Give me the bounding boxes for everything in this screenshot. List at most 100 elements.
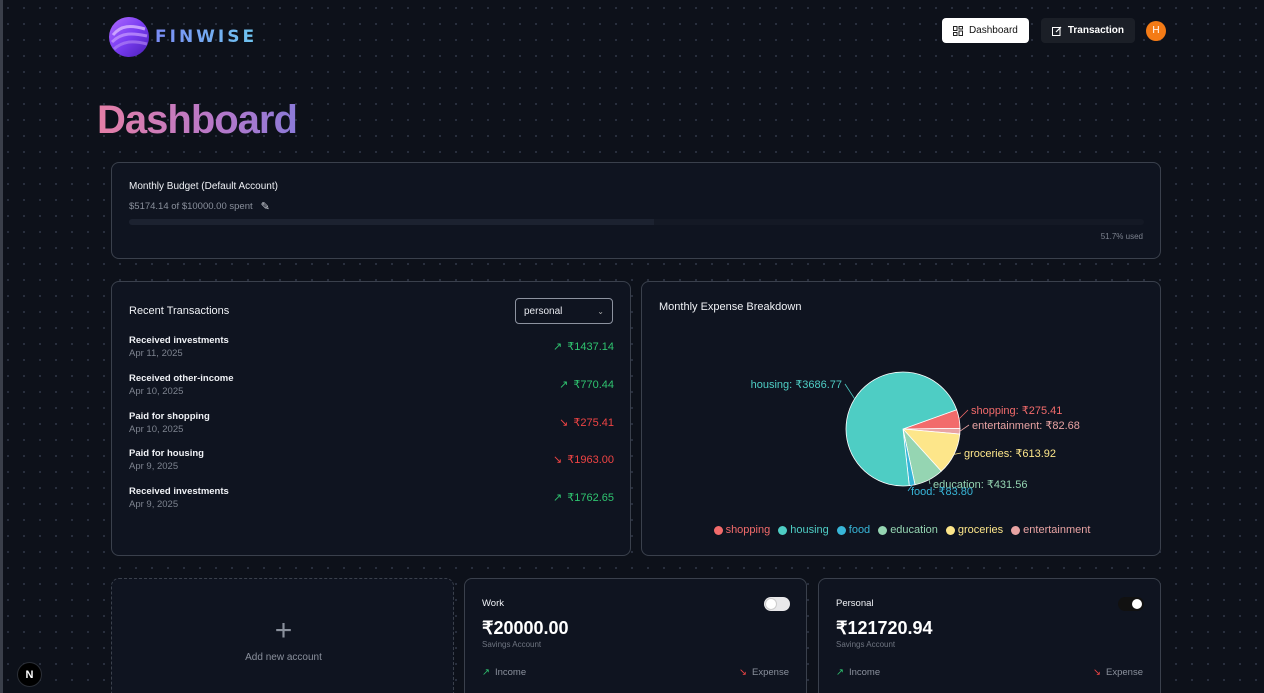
top-nav: Dashboard Transaction H (941, 18, 1166, 43)
account-type: Savings Account (836, 640, 896, 649)
transaction-row[interactable]: Paid for housing Apr 9, 2025 ↘ ₹1963.00 (129, 448, 614, 484)
account-income: ↗ Income (482, 667, 526, 678)
budget-title: Monthly Budget (Default Account) (129, 181, 278, 192)
transaction-name: Received investments (129, 335, 229, 346)
pie-leader-line-shopping (958, 409, 969, 420)
account-card-personal[interactable]: Personal ₹121720.94 Savings Account ↗ In… (818, 578, 1161, 693)
account-select[interactable]: personal ⌄ (515, 298, 613, 324)
dev-tools-badge[interactable]: N (17, 662, 42, 687)
budget-progress-fill (129, 219, 654, 225)
transaction-amount-value: ₹770.44 (573, 378, 614, 391)
layout-grid-icon (952, 25, 963, 36)
pie-label-food: food: ₹83.80 (911, 486, 973, 498)
recent-transactions-card: Recent Transactions personal ⌄ Received … (111, 281, 631, 556)
budget-progress-bar (129, 219, 1144, 225)
recent-transactions-title: Recent Transactions (129, 305, 230, 317)
account-name: Work (482, 598, 504, 609)
arrow-down-right-icon: ↘ (559, 416, 569, 429)
income-label: Income (848, 667, 881, 678)
transaction-date: Apr 11, 2025 (129, 348, 183, 359)
transaction-amount-value: ₹275.41 (573, 416, 614, 429)
legend-label: food (848, 524, 871, 536)
legend-item-shopping[interactable]: shopping (713, 524, 771, 536)
pie-leader-line-education (928, 479, 931, 485)
account-name: Personal (836, 598, 874, 609)
budget-card: Monthly Budget (Default Account) $5174.1… (111, 162, 1161, 259)
transaction-amount-value: ₹1963.00 (567, 454, 614, 467)
account-select-value: personal (524, 305, 563, 317)
transaction-row[interactable]: Received investments Apr 9, 2025 ↗ ₹1762.65 (129, 486, 614, 522)
logo-text: FINWISE (155, 27, 258, 47)
account-expense: ↘ Expense (739, 667, 789, 678)
transaction-name: Received investments (129, 486, 229, 498)
transaction-date: Apr 10, 2025 (129, 385, 184, 397)
transaction-row[interactable]: Received other-income Apr 10, 2025 ↗ ₹770.4… (129, 373, 614, 409)
avatar[interactable]: H (1146, 20, 1166, 41)
expense-label: Expense (752, 667, 789, 678)
transaction-amount: ↘ ₹1963.00 (553, 453, 614, 466)
transaction-date: Apr 10, 2025 (129, 423, 184, 435)
legend-label: education (890, 524, 938, 536)
dashboard-button[interactable]: Dashboard (941, 18, 1029, 43)
legend-label: shopping (725, 524, 771, 536)
transaction-amount: ↘ ₹275.41 (559, 416, 614, 429)
account-balance: ₹20000.00 (482, 618, 569, 638)
account-type: Savings Account (482, 640, 542, 649)
legend-dot (878, 525, 888, 535)
pie-label-entertainment: entertainment: ₹82.68 (972, 420, 1080, 432)
legend-item-education[interactable]: education (878, 524, 938, 536)
pencil-icon[interactable]: ✎ (261, 200, 270, 213)
account-income: ↗ Income (836, 667, 880, 678)
legend-item-entertainment[interactable]: entertainment (1011, 524, 1090, 536)
expense-label: Expense (1106, 667, 1143, 678)
transaction-name: Paid for shopping (129, 410, 210, 422)
transaction-date: Apr 9, 2025 (129, 499, 179, 511)
transaction-amount-value: ₹1437.14 (567, 341, 614, 353)
transaction-amount-value: ₹1762.65 (567, 492, 614, 505)
arrow-down-right-icon: ↘ (1093, 667, 1102, 678)
legend-label: entertainment (1023, 524, 1091, 536)
legend-dot (778, 525, 788, 535)
pie-leader-line-entertainment (959, 424, 970, 432)
account-expense: ↘ Expense (1093, 667, 1143, 678)
arrow-up-right-icon: ↗ (559, 378, 569, 391)
transaction-date: Apr 9, 2025 (129, 461, 179, 473)
transaction-amount: ↗ ₹1437.14 (553, 340, 614, 353)
default-account-toggle[interactable] (764, 597, 790, 611)
budget-used-text: 51.7% used (1100, 232, 1143, 241)
transaction-button-label: Transaction (1067, 25, 1124, 36)
legend-label: housing (790, 524, 829, 536)
legend-dot (713, 525, 723, 535)
page-title: Dashboard (97, 98, 298, 142)
arrow-down-right-icon: ↘ (739, 667, 748, 678)
arrow-up-right-icon: ↗ (482, 667, 490, 678)
plus-icon: + (274, 614, 293, 647)
edit-icon (1051, 26, 1062, 36)
legend-dot (945, 525, 955, 535)
transaction-row[interactable]: Received investments Apr 11, 2025 ↗ ₹1437.1… (129, 335, 614, 371)
arrow-up-right-icon: ↗ (553, 341, 563, 353)
logo[interactable]: FINWISE (109, 17, 257, 57)
arrow-up-right-icon: ↗ (836, 667, 844, 678)
arrow-up-right-icon: ↗ (553, 492, 563, 505)
transaction-name: Received other-income (129, 372, 234, 384)
transaction-amount: ↗ ₹1762.65 (553, 491, 614, 504)
legend-label: groceries (957, 524, 1004, 536)
legend-item-groceries[interactable]: groceries (945, 524, 1004, 536)
legend-item-food[interactable]: food (836, 524, 871, 536)
default-account-toggle[interactable] (1118, 597, 1144, 611)
income-label: Income (494, 667, 527, 678)
legend-dot (836, 525, 846, 535)
pie-label-shopping: shopping: ₹275.41 (971, 405, 1062, 417)
chart-legend: shopping housing food education groceries ent… (642, 524, 1162, 536)
toggle-knob (766, 599, 776, 609)
legend-item-housing[interactable]: housing (778, 524, 829, 536)
account-card-work[interactable]: Work ₹20000.00 Savings Account ↗ Income … (464, 578, 807, 693)
transaction-row[interactable]: Paid for shopping Apr 10, 2025 ↘ ₹275.41 (129, 411, 614, 447)
toggle-knob (1132, 599, 1142, 609)
add-account-card[interactable]: + Add new account (111, 578, 454, 693)
budget-spent-text: $5174.14 of $10000.00 spent (129, 201, 253, 212)
dashboard-button-label: Dashboard (968, 25, 1018, 36)
transaction-button[interactable]: Transaction (1040, 18, 1135, 43)
pie-label-groceries: groceries: ₹613.92 (964, 448, 1056, 460)
